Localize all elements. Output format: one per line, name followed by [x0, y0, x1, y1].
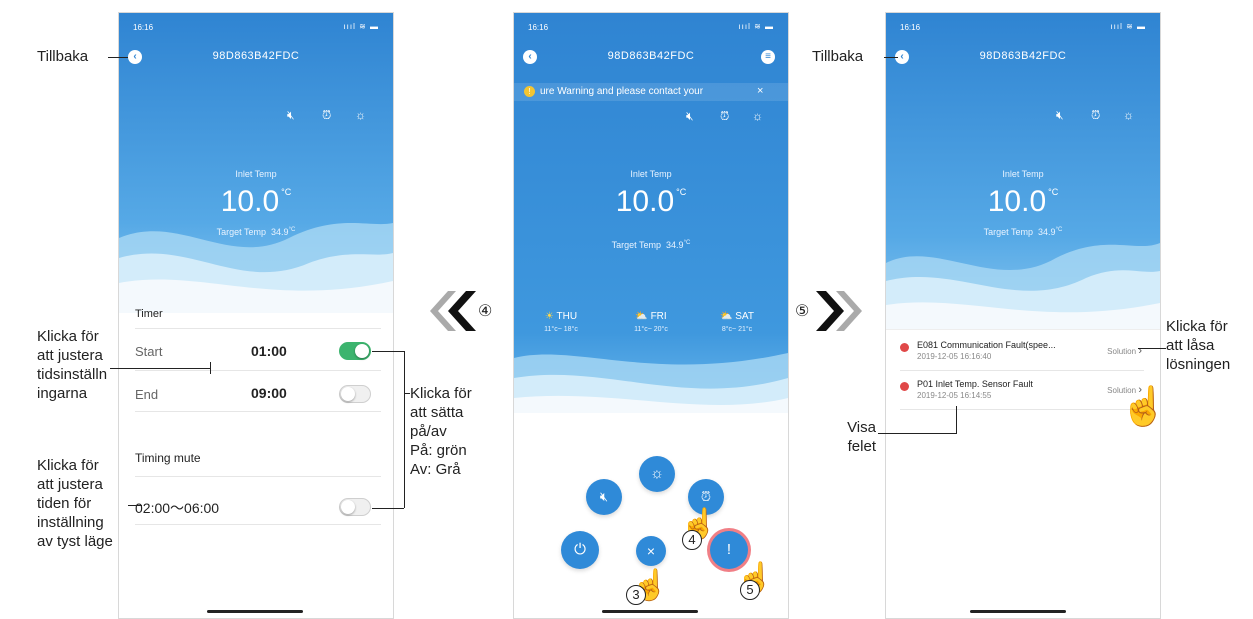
phone-timer-screen: 16:16 ıııl ≋ ▬ ‹ 98D863B42FDC 🔇︎ ⏰︎ ☼ In… [118, 12, 394, 619]
inlet-temp-value: 10.0 °C [615, 185, 687, 218]
device-title: 98D863B42FDC [212, 50, 300, 62]
status-signal-icon: ıııl ≋ ▬ [1110, 22, 1146, 31]
nav-forward-arrow-icon [816, 291, 862, 331]
inlet-temp-value: 10.0 °C [220, 185, 292, 218]
fault-title: P01 Inlet Temp. Sensor Fault [917, 379, 1033, 389]
device-title: 98D863B42FDC [607, 50, 695, 62]
leader-line [128, 505, 142, 506]
chevron-right-icon: › [1138, 345, 1142, 357]
leader-line [1138, 348, 1166, 349]
warning-close-icon[interactable]: × [757, 85, 763, 97]
sun-mode-button[interactable]: ☼ [639, 456, 675, 492]
target-temp: Target Temp 34.9°C [983, 227, 1063, 237]
mute-time-range[interactable]: 02:00～06:00 [135, 498, 219, 518]
fault-time: 2019-12-05 16:14:55 [917, 391, 992, 400]
status-time: 16:16 [900, 23, 921, 32]
sun-icon[interactable]: ☼ [752, 109, 763, 123]
mute-icon[interactable]: 🔇︎ [686, 109, 694, 124]
start-time-value[interactable]: 01:00 [251, 343, 287, 359]
tap-step-3: 3 [626, 585, 646, 605]
weather-day: ⛅ SAT 8°c~ 21°c [720, 311, 754, 333]
phone-main-screen: 16:16 ıııl ≋ ▬ ‹ 98D863B42FDC ≡ ! ure Wa… [513, 12, 789, 619]
warning-text: ure Warning and please contact your [540, 86, 704, 97]
annotation-toggle-on-off: Klicka för att sätta på/av På: grön Av: … [410, 385, 472, 478]
leader-line [956, 406, 957, 434]
warning-banner[interactable]: ! ure Warning and please contact your × [514, 83, 788, 101]
nav-back-step-number: ④ [478, 303, 493, 320]
leader-line [110, 368, 210, 369]
tap-step-4: 4 [682, 530, 702, 550]
leader-line [372, 508, 404, 509]
hand-pointer-icon: ☝ [1120, 385, 1160, 429]
mute-toggle[interactable] [339, 498, 371, 516]
leader-line [884, 57, 898, 58]
power-button[interactable]: ⏻ [561, 531, 599, 569]
target-temp: Target Temp 34.9°C [611, 240, 691, 250]
phone-fault-screen: 16:16 ıııl ≋ ▬ ‹ 98D863B42FDC 🔇︎ ⏰︎ ☼ In… [885, 12, 1161, 619]
weather-day: ☀ THU 11°c~ 18°c [544, 311, 578, 333]
status-signal-icon: ıııl ≋ ▬ [343, 22, 379, 31]
fault-item[interactable]: P01 Inlet Temp. Sensor Fault 2019-12-05 … [900, 378, 1144, 416]
end-time-value[interactable]: 09:00 [251, 385, 287, 401]
nav-back-arrow-icon [430, 291, 476, 331]
weather-day: ⛅ FRI 11°c~ 20°c [634, 311, 668, 333]
inlet-temp-label: Inlet Temp [235, 169, 277, 179]
mute-icon[interactable]: 🔇︎ [287, 108, 295, 123]
end-toggle[interactable] [339, 385, 371, 403]
leader-line [372, 351, 404, 352]
home-indicator [207, 610, 303, 613]
target-temp: Target Temp 34.9°C [216, 227, 296, 237]
alarm-clock-icon[interactable]: ⏰︎ [720, 109, 729, 124]
timing-mute-header: Timing mute [135, 451, 201, 465]
fault-title: E081 Communication Fault(spee... [917, 340, 1056, 350]
menu-icon[interactable]: ≡ [761, 50, 775, 64]
start-toggle[interactable] [339, 342, 371, 360]
warning-icon: ! [524, 86, 535, 97]
leader-line [210, 362, 211, 374]
solution-link[interactable]: Solution › [1107, 345, 1142, 357]
fault-time: 2019-12-05 16:16:40 [917, 352, 992, 361]
sun-icon: ☀ [544, 311, 554, 322]
fault-alert-icon [900, 343, 909, 352]
annotation-lock-solution: Klicka för att låsa lösningen [1166, 318, 1231, 373]
sun-icon[interactable]: ☼ [355, 108, 366, 122]
status-signal-icon: ıııl ≋ ▬ [738, 22, 774, 31]
inlet-temp-label: Inlet Temp [1002, 169, 1044, 179]
home-indicator [602, 610, 698, 613]
alarm-clock-icon[interactable]: ⏰︎ [1091, 108, 1100, 123]
end-label: End [135, 387, 159, 402]
leader-line [108, 57, 128, 58]
status-time: 16:16 [133, 23, 154, 32]
annotation-back-1: Tillbaka [37, 48, 89, 65]
mute-button[interactable]: 🔇︎ [586, 479, 622, 515]
status-time: 16:16 [528, 23, 549, 32]
alarm-clock-icon[interactable]: ⏰︎ [322, 108, 331, 123]
tap-step-5: 5 [740, 580, 760, 600]
annotation-back-3: Tillbaka [812, 48, 864, 65]
fault-item[interactable]: E081 Communication Fault(spee... 2019-12… [900, 339, 1144, 377]
start-label: Start [135, 344, 163, 359]
annotation-show-fault: Visa felet [847, 419, 876, 455]
inlet-temp-label: Inlet Temp [630, 169, 672, 179]
cloud-sun-icon: ⛅ [720, 311, 733, 322]
close-button[interactable]: × [636, 536, 666, 566]
annotation-adjust-silent: Klicka för att justera tiden för inställ… [37, 457, 113, 550]
fault-alert-icon [900, 382, 909, 391]
leader-line [878, 433, 956, 434]
cloud-sun-icon: ⛅ [635, 311, 648, 322]
leader-line [404, 351, 405, 508]
annotation-adjust-time: Klicka för att justera tidsinställn inga… [37, 328, 108, 402]
inlet-temp-value: 10.0 °C [987, 185, 1059, 218]
mute-icon[interactable]: 🔇︎ [1056, 108, 1064, 123]
nav-forward-step-number: ⑤ [795, 303, 810, 320]
sun-icon[interactable]: ☼ [1123, 108, 1134, 122]
timer-header: Timer [135, 308, 163, 320]
home-indicator [970, 610, 1066, 613]
device-title: 98D863B42FDC [979, 50, 1067, 62]
